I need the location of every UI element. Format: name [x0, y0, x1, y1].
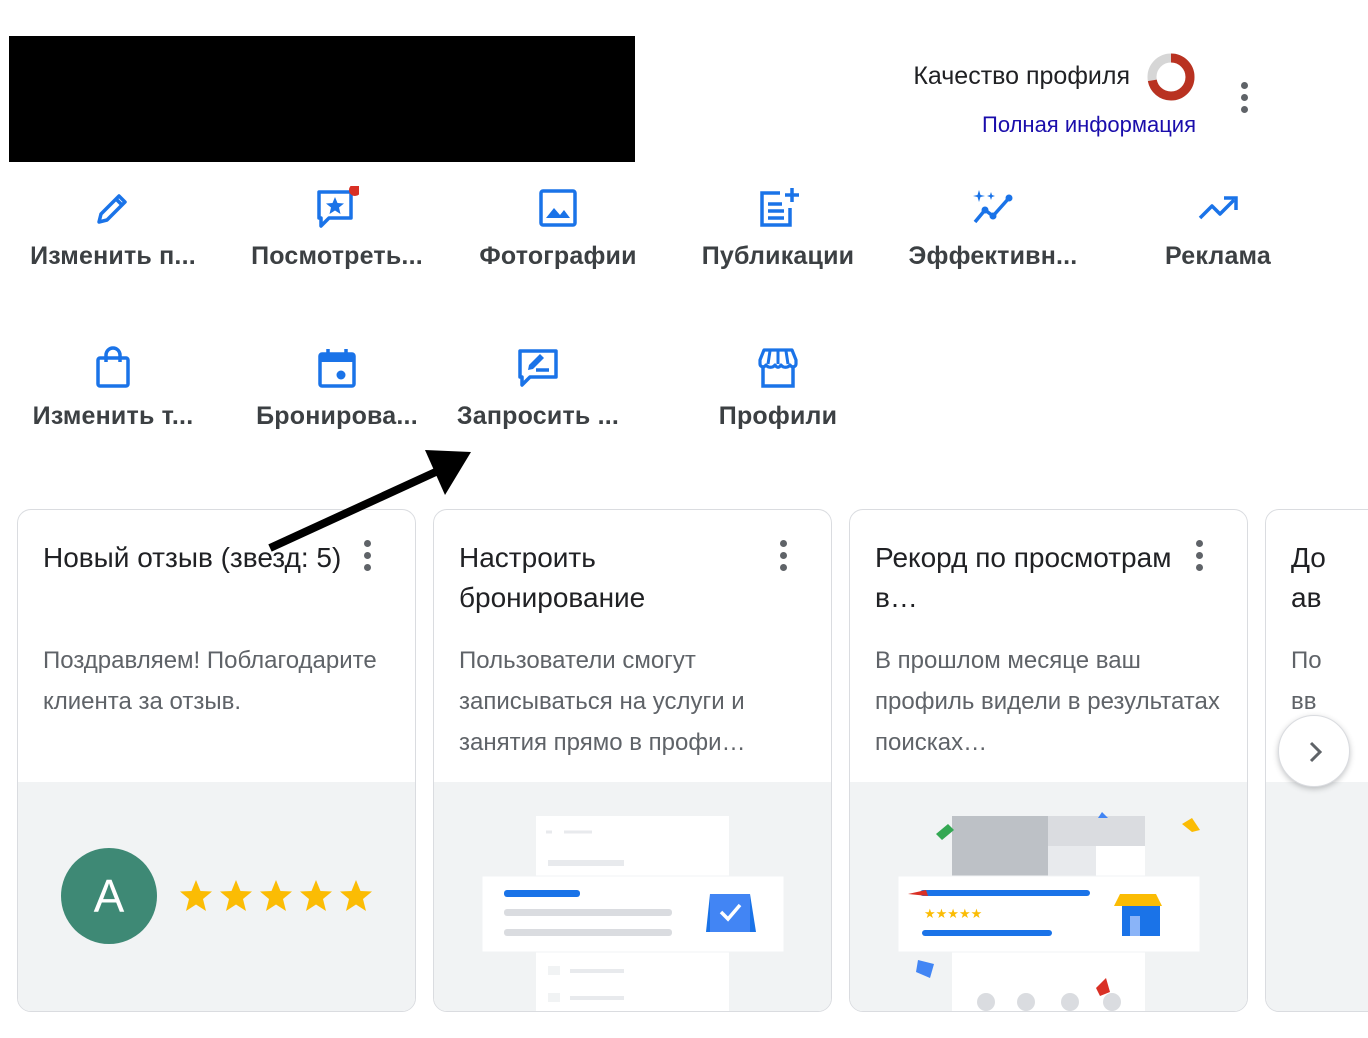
photo-icon — [539, 189, 577, 227]
card-view-record[interactable]: Рекорд по просмотрам в… В прошлом месяце… — [849, 509, 1248, 1012]
card-setup-booking[interactable]: Настроить бронирование Пользователи смог… — [433, 509, 832, 1012]
card-title: Рекорд по просмотрам в… — [875, 542, 1172, 613]
action-view-reviews[interactable]: Посмотреть... — [237, 186, 437, 296]
card-more-icon[interactable] — [1189, 540, 1209, 580]
svg-text:★★★★★: ★★★★★ — [924, 907, 982, 922]
review-star-icon — [317, 186, 359, 228]
action-label: Публикации — [701, 242, 855, 270]
action-performance[interactable]: Эффективн... — [893, 186, 1093, 296]
pencil-icon — [97, 194, 127, 224]
profile-quality: Качество профиля Полная информация — [860, 50, 1200, 150]
more-options-icon[interactable] — [1232, 82, 1256, 118]
action-label: Посмотреть... — [251, 242, 423, 270]
card-more-icon[interactable] — [357, 540, 377, 580]
card-title: До ав — [1291, 542, 1326, 613]
post-add-icon — [760, 188, 799, 227]
card-illustration — [1266, 782, 1368, 1011]
card-illustration: ★★★★★ — [850, 782, 1247, 1011]
booking-illustration — [481, 816, 785, 1011]
action-photos[interactable]: Фотографии — [458, 186, 658, 296]
card-more-icon[interactable] — [773, 540, 793, 580]
action-label: Эффективн... — [908, 242, 1078, 270]
profile-quality-label: Качество профиля — [913, 62, 1130, 90]
card-title: Новый отзыв (звезд: 5) — [43, 542, 342, 573]
action-edit-profile[interactable]: Изменить п... — [13, 186, 213, 296]
action-request-reviews[interactable]: Запросить ... — [438, 346, 638, 456]
record-illustration: ★★★★★ — [897, 812, 1201, 1011]
action-label: Бронирова... — [256, 402, 418, 430]
action-label: Запросить ... — [456, 402, 620, 430]
card-body: Пользователи смогут записываться на услу… — [459, 647, 746, 756]
action-bookings[interactable]: Бронирова... — [237, 346, 437, 456]
profile-quality-ring — [1147, 53, 1195, 101]
action-label: Профили — [718, 402, 838, 430]
full-info-link[interactable]: Полная информация — [982, 112, 1196, 138]
storefront-icon — [758, 348, 798, 388]
card-body: Поздравляем! Поблагодарите клиента за от… — [43, 647, 377, 715]
avatar: A — [61, 848, 157, 944]
card-new-review[interactable]: Новый отзыв (звезд: 5) Поздравляем! Побл… — [17, 509, 416, 1012]
card-body: В прошлом месяце ваш профиль видели в ре… — [875, 647, 1220, 756]
action-label: Изменить п... — [30, 242, 196, 270]
carousel-next-button[interactable] — [1278, 715, 1350, 787]
action-label: Изменить т... — [32, 402, 194, 430]
shopping-bag-icon — [96, 346, 130, 388]
redacted-block — [9, 36, 635, 162]
action-ads[interactable]: Реклама — [1118, 186, 1318, 296]
action-edit-products[interactable]: Изменить т... — [13, 346, 213, 456]
trending-up-icon — [1198, 196, 1238, 220]
card-illustration: A — [18, 782, 415, 1011]
card-title: Настроить бронирование — [459, 542, 646, 613]
action-profiles[interactable]: Профили — [678, 346, 878, 456]
five-stars-icon — [180, 880, 372, 911]
rate-review-icon — [518, 349, 558, 387]
action-label: Реклама — [1164, 242, 1272, 270]
action-posts[interactable]: Публикации — [678, 186, 878, 296]
chevron-right-icon — [1309, 741, 1323, 763]
calendar-icon — [318, 349, 356, 388]
action-label: Фотографии — [479, 242, 637, 270]
card-illustration — [434, 782, 831, 1011]
sparkle-chart-icon — [973, 190, 1013, 224]
